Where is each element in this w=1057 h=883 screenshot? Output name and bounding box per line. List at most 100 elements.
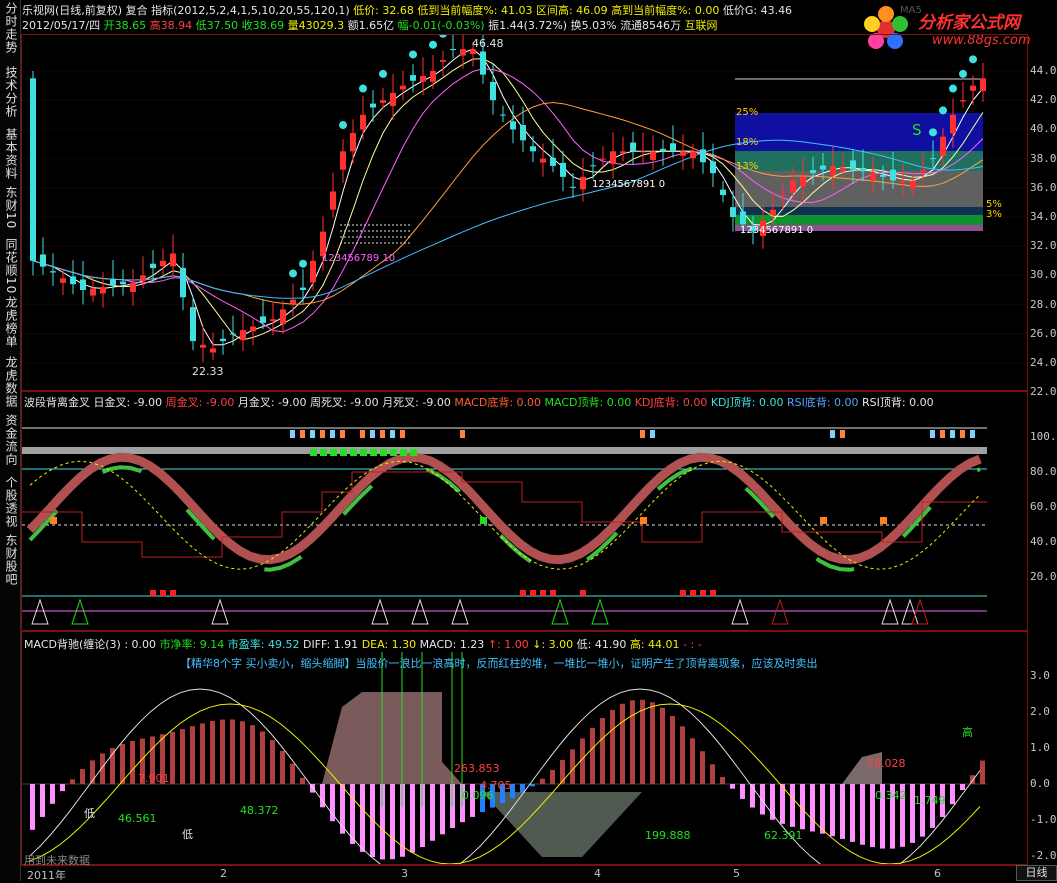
- candle-body: [160, 260, 166, 267]
- fib-band-13: [735, 171, 983, 207]
- candle-body: [660, 148, 666, 152]
- candle-body: [560, 162, 566, 177]
- indicator-value-5: MACD底背: 0.00: [454, 396, 545, 409]
- fib-label: 25%: [736, 107, 758, 118]
- macd-bar: [50, 784, 55, 804]
- indicator-value-1: 市净率: 9.14: [159, 638, 228, 651]
- signal-dot: [929, 128, 937, 137]
- signal-triangle: [881, 598, 899, 625]
- macd-bar: [730, 784, 735, 789]
- candle-body: [960, 100, 966, 102]
- macd-value-label: 48.372: [240, 804, 279, 817]
- macd-bar: [30, 784, 35, 830]
- sidebar-tab-5[interactable]: 龙虎榜单: [1, 296, 19, 348]
- candle-body: [810, 170, 816, 174]
- macd-bar: [780, 784, 785, 824]
- candle-body: [800, 176, 806, 187]
- top-marker: [330, 430, 335, 438]
- axis-tick: -1.0: [1030, 813, 1057, 826]
- macd-bar: [410, 784, 415, 853]
- green-square: [350, 449, 357, 456]
- axis-tick: 42.00: [1030, 93, 1057, 107]
- signal-triangle: [211, 598, 229, 625]
- candle-body: [310, 260, 316, 283]
- candle-body: [890, 169, 896, 181]
- candle-body: [80, 279, 86, 290]
- signal-dot: [949, 84, 957, 93]
- axis-tick: 44.00: [1030, 64, 1057, 77]
- top-marker: [390, 430, 395, 438]
- candle-body: [570, 186, 576, 188]
- candle-body: [630, 142, 636, 152]
- candle-body: [920, 169, 926, 172]
- divergence-axis: 100.0 80.0 60.0 40.0 20.0: [1028, 391, 1057, 631]
- candle-body: [500, 114, 506, 116]
- green-square: [360, 449, 367, 456]
- sidebar-tab-7[interactable]: 资金流向: [1, 414, 19, 466]
- candle-body: [50, 271, 56, 273]
- macd-area-positive: [322, 692, 462, 784]
- candle-body: [90, 288, 96, 296]
- period-button[interactable]: 日线: [1016, 865, 1057, 881]
- red-square: [680, 590, 686, 596]
- low-mark: 低: [182, 828, 193, 841]
- candle-body: [700, 149, 706, 163]
- price-chart-panel[interactable]: 25% 18% 13% 5% 3% 46.48 22.33 123456789 10 12345…: [21, 18, 1028, 393]
- macd-bar: [130, 741, 135, 784]
- candle-body: [460, 49, 466, 56]
- indicator-value-8: 低: 41.90: [576, 638, 630, 651]
- macd-bar: [600, 718, 605, 784]
- macd-axis: 3.0 2.0 1.0 0.0 -1.0 -2.0: [1028, 631, 1057, 865]
- green-square: [370, 449, 377, 456]
- sidebar-tab-2[interactable]: 基本资料: [1, 128, 19, 180]
- top-marker: [290, 430, 295, 438]
- divergence-panel[interactable]: [21, 391, 1028, 631]
- candle-body: [580, 176, 586, 190]
- candle-body: [380, 100, 386, 103]
- candle-body: [280, 309, 286, 325]
- top-marker: [940, 430, 945, 438]
- bar-change: 幅-0.01(-0.03%): [397, 19, 485, 32]
- indicator-params[interactable]: 指标(2012,5,2,4,1,5,10,20,55,120,1): [151, 4, 350, 17]
- top-marker: [830, 430, 835, 438]
- axis-tick: 40.0: [1030, 535, 1057, 548]
- macd-bar: [860, 784, 865, 845]
- sidebar-tab-3[interactable]: 东财10: [1, 186, 19, 229]
- macd-bar: [950, 784, 955, 805]
- header-line2: 2012/05/17/四 开38.65 高38.94 低37.50 收38.69…: [22, 17, 718, 33]
- candle-body: [240, 330, 246, 341]
- sector-name[interactable]: 互联网: [685, 19, 718, 32]
- sidebar-tab-1[interactable]: 技术分析: [1, 66, 19, 118]
- axis-tick: 0.0: [1030, 777, 1050, 790]
- bar-open: 开38.65: [103, 19, 147, 32]
- macd-area-negative: [482, 792, 642, 857]
- top-marker: [370, 430, 375, 438]
- top-marker: [840, 430, 845, 438]
- sidebar-tab-6[interactable]: 龙虎数据: [1, 356, 19, 408]
- signal-triangle: [731, 598, 749, 625]
- month-label: 4: [594, 867, 601, 880]
- divergence-chart[interactable]: [22, 392, 1027, 630]
- candle-body: [350, 133, 356, 152]
- candle-body: [910, 180, 916, 189]
- divergence-title: 波段背离金叉: [24, 396, 90, 409]
- macd-bar: [840, 784, 845, 839]
- low-price-g: 低价G: 43.46: [722, 4, 793, 17]
- candlestick-chart[interactable]: 25%18%13%5%3% 46.48 22.33 123456789 10 12345…: [22, 18, 1027, 393]
- count-sequence-1: 123456789 10: [322, 253, 395, 264]
- red-square: [160, 590, 166, 596]
- sidebar-tab-0[interactable]: 分时走势: [1, 2, 19, 54]
- indicator-value-3: 周死叉: -9.00: [310, 396, 383, 409]
- candle-body: [780, 195, 786, 197]
- sidebar-tab-9[interactable]: 东财股吧: [1, 534, 19, 586]
- macd-bar: [440, 784, 445, 835]
- macd-bar: [70, 779, 75, 784]
- macd-bar: [680, 726, 685, 784]
- sidebar-tab-4[interactable]: 同花顺10: [1, 238, 19, 294]
- axis-tick: 32.00: [1030, 239, 1057, 253]
- macd-bar: [60, 784, 65, 792]
- wave-band: [26, 452, 982, 565]
- sidebar-tab-8[interactable]: 个股透视: [1, 476, 19, 528]
- chart-mode[interactable]: 复合: [126, 4, 148, 17]
- bar-low: 低37.50: [195, 19, 239, 32]
